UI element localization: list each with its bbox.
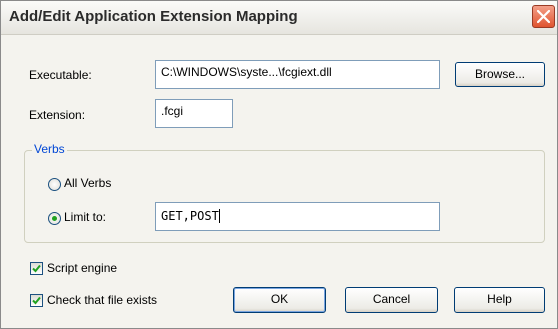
dialog-title: Add/Edit Application Extension Mapping <box>9 8 298 25</box>
browse-button-label: Browse... <box>474 67 525 81</box>
extension-field[interactable]: .fcgi <box>155 99 233 128</box>
executable-field[interactable]: C:\WINDOWS\syste...\fcgiext.dll <box>155 60 440 89</box>
help-button-label: Help <box>487 292 512 306</box>
cancel-button[interactable]: Cancel <box>345 287 438 313</box>
limit-to-label[interactable]: Limit to: <box>64 210 106 224</box>
close-icon <box>537 10 550 23</box>
executable-label: Executable: <box>29 68 92 82</box>
title-bar[interactable]: Add/Edit Application Extension Mapping <box>1 1 557 35</box>
check-file-exists-label[interactable]: Check that file exists <box>47 293 157 307</box>
script-engine-checkbox[interactable] <box>30 262 43 275</box>
ok-button[interactable]: OK <box>233 287 326 313</box>
limit-to-radio[interactable] <box>48 212 61 225</box>
verbs-group-label: Verbs <box>32 142 67 156</box>
limit-to-value: GET,POST <box>161 209 219 223</box>
dialog-window: Add/Edit Application Extension Mapping E… <box>0 0 558 329</box>
all-verbs-radio[interactable] <box>48 178 61 191</box>
ok-button-label: OK <box>270 292 289 306</box>
extension-label: Extension: <box>29 108 86 122</box>
browse-button[interactable]: Browse... <box>455 62 545 87</box>
help-button[interactable]: Help <box>454 287 545 313</box>
script-engine-label[interactable]: Script engine <box>47 261 117 275</box>
all-verbs-label[interactable]: All Verbs <box>64 176 111 190</box>
check-file-exists-checkbox[interactable] <box>30 294 43 307</box>
checkmark-icon <box>32 296 41 305</box>
radio-selected-dot <box>52 216 57 221</box>
text-caret <box>218 209 220 223</box>
limit-to-field[interactable]: GET,POST <box>155 202 440 231</box>
cancel-button-label: Cancel <box>372 292 411 306</box>
checkmark-icon <box>32 264 41 273</box>
close-button[interactable] <box>532 5 555 28</box>
